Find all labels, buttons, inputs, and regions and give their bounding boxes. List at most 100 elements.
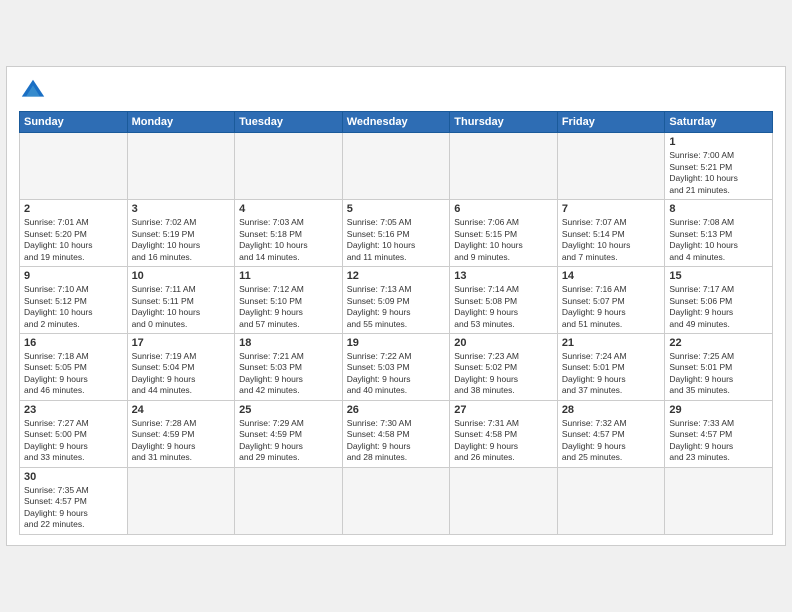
weekday-header-friday: Friday	[557, 112, 665, 133]
calendar-cell: 4 Sunrise: 7:03 AM Sunset: 5:18 PM Daylig…	[235, 200, 343, 267]
day-number: 24	[132, 404, 231, 416]
day-info: Sunrise: 7:10 AM Sunset: 5:12 PM Dayligh…	[24, 284, 123, 330]
calendar-week-5: 30 Sunrise: 7:35 AM Sunset: 4:57 PM Dayli…	[20, 467, 773, 534]
day-number: 12	[347, 270, 446, 282]
day-number: 20	[454, 337, 553, 349]
day-info: Sunrise: 7:23 AM Sunset: 5:02 PM Dayligh…	[454, 351, 553, 397]
day-info: Sunrise: 7:27 AM Sunset: 5:00 PM Dayligh…	[24, 418, 123, 464]
calendar-cell: 27 Sunrise: 7:31 AM Sunset: 4:58 PM Dayli…	[450, 400, 558, 467]
day-number: 22	[669, 337, 768, 349]
calendar-cell: 22Sunrise: 7:25 AM Sunset: 5:01 PM Dayli…	[665, 334, 773, 401]
day-number: 5	[347, 203, 446, 215]
day-number: 18	[239, 337, 338, 349]
calendar-cell: 9 Sunrise: 7:10 AM Sunset: 5:12 PM Daylig…	[20, 267, 128, 334]
calendar-cell: 7Sunrise: 7:07 AM Sunset: 5:14 PM Daylig…	[557, 200, 665, 267]
day-info: Sunrise: 7:16 AM Sunset: 5:07 PM Dayligh…	[562, 284, 661, 330]
weekday-header-monday: Monday	[127, 112, 235, 133]
calendar-week-3: 16 Sunrise: 7:18 AM Sunset: 5:05 PM Dayli…	[20, 334, 773, 401]
day-number: 16	[24, 337, 123, 349]
header	[19, 77, 773, 105]
calendar-cell: 16 Sunrise: 7:18 AM Sunset: 5:05 PM Dayli…	[20, 334, 128, 401]
logo-icon	[19, 77, 47, 105]
day-info: Sunrise: 7:01 AM Sunset: 5:20 PM Dayligh…	[24, 217, 123, 263]
day-number: 11	[239, 270, 338, 282]
weekday-header-row: SundayMondayTuesdayWednesdayThursdayFrid…	[20, 112, 773, 133]
calendar-cell: 11 Sunrise: 7:12 AM Sunset: 5:10 PM Dayli…	[235, 267, 343, 334]
day-number: 13	[454, 270, 553, 282]
day-number: 14	[562, 270, 661, 282]
calendar-cell: 24 Sunrise: 7:28 AM Sunset: 4:59 PM Dayli…	[127, 400, 235, 467]
day-info: Sunrise: 7:03 AM Sunset: 5:18 PM Dayligh…	[239, 217, 338, 263]
calendar-cell	[450, 133, 558, 200]
day-number: 8	[669, 203, 768, 215]
calendar-cell: 12 Sunrise: 7:13 AM Sunset: 5:09 PM Dayli…	[342, 267, 450, 334]
day-info: Sunrise: 7:13 AM Sunset: 5:09 PM Dayligh…	[347, 284, 446, 330]
calendar-cell: 17Sunrise: 7:19 AM Sunset: 5:04 PM Dayli…	[127, 334, 235, 401]
day-info: Sunrise: 7:21 AM Sunset: 5:03 PM Dayligh…	[239, 351, 338, 397]
day-info: Sunrise: 7:28 AM Sunset: 4:59 PM Dayligh…	[132, 418, 231, 464]
day-number: 27	[454, 404, 553, 416]
day-info: Sunrise: 7:33 AM Sunset: 4:57 PM Dayligh…	[669, 418, 768, 464]
day-info: Sunrise: 7:11 AM Sunset: 5:11 PM Dayligh…	[132, 284, 231, 330]
day-info: Sunrise: 7:19 AM Sunset: 5:04 PM Dayligh…	[132, 351, 231, 397]
calendar-cell: 13 Sunrise: 7:14 AM Sunset: 5:08 PM Dayli…	[450, 267, 558, 334]
day-info: Sunrise: 7:32 AM Sunset: 4:57 PM Dayligh…	[562, 418, 661, 464]
day-number: 6	[454, 203, 553, 215]
day-info: Sunrise: 7:31 AM Sunset: 4:58 PM Dayligh…	[454, 418, 553, 464]
day-number: 21	[562, 337, 661, 349]
day-number: 29	[669, 404, 768, 416]
day-info: Sunrise: 7:30 AM Sunset: 4:58 PM Dayligh…	[347, 418, 446, 464]
day-info: Sunrise: 7:02 AM Sunset: 5:19 PM Dayligh…	[132, 217, 231, 263]
calendar-week-0: 1 Sunrise: 7:00 AM Sunset: 5:21 PM Daylig…	[20, 133, 773, 200]
calendar-cell	[127, 133, 235, 200]
day-number: 4	[239, 203, 338, 215]
calendar-cell: 28 Sunrise: 7:32 AM Sunset: 4:57 PM Dayli…	[557, 400, 665, 467]
calendar-cell: 19 Sunrise: 7:22 AM Sunset: 5:03 PM Dayli…	[342, 334, 450, 401]
calendar-cell: 20 Sunrise: 7:23 AM Sunset: 5:02 PM Dayli…	[450, 334, 558, 401]
day-info: Sunrise: 7:18 AM Sunset: 5:05 PM Dayligh…	[24, 351, 123, 397]
day-number: 28	[562, 404, 661, 416]
calendar-cell: 8 Sunrise: 7:08 AM Sunset: 5:13 PM Daylig…	[665, 200, 773, 267]
day-info: Sunrise: 7:22 AM Sunset: 5:03 PM Dayligh…	[347, 351, 446, 397]
day-info: Sunrise: 7:14 AM Sunset: 5:08 PM Dayligh…	[454, 284, 553, 330]
day-info: Sunrise: 7:35 AM Sunset: 4:57 PM Dayligh…	[24, 485, 123, 531]
calendar-cell: 23 Sunrise: 7:27 AM Sunset: 5:00 PM Dayli…	[20, 400, 128, 467]
calendar-cell: 10 Sunrise: 7:11 AM Sunset: 5:11 PM Dayli…	[127, 267, 235, 334]
day-info: Sunrise: 7:12 AM Sunset: 5:10 PM Dayligh…	[239, 284, 338, 330]
weekday-header-sunday: Sunday	[20, 112, 128, 133]
day-number: 9	[24, 270, 123, 282]
calendar-cell	[342, 133, 450, 200]
day-number: 10	[132, 270, 231, 282]
calendar-cell: 1 Sunrise: 7:00 AM Sunset: 5:21 PM Daylig…	[665, 133, 773, 200]
day-info: Sunrise: 7:08 AM Sunset: 5:13 PM Dayligh…	[669, 217, 768, 263]
day-number: 30	[24, 471, 123, 483]
day-number: 19	[347, 337, 446, 349]
calendar-cell	[557, 133, 665, 200]
logo	[19, 77, 51, 105]
calendar-cell: 25Sunrise: 7:29 AM Sunset: 4:59 PM Dayli…	[235, 400, 343, 467]
day-info: Sunrise: 7:24 AM Sunset: 5:01 PM Dayligh…	[562, 351, 661, 397]
calendar-week-2: 9 Sunrise: 7:10 AM Sunset: 5:12 PM Daylig…	[20, 267, 773, 334]
calendar-cell	[235, 133, 343, 200]
calendar-cell	[342, 467, 450, 534]
calendar-cell	[450, 467, 558, 534]
day-info: Sunrise: 7:29 AM Sunset: 4:59 PM Dayligh…	[239, 418, 338, 464]
weekday-header-tuesday: Tuesday	[235, 112, 343, 133]
calendar-container: SundayMondayTuesdayWednesdayThursdayFrid…	[6, 66, 786, 545]
calendar-cell: 29 Sunrise: 7:33 AM Sunset: 4:57 PM Dayli…	[665, 400, 773, 467]
day-info: Sunrise: 7:06 AM Sunset: 5:15 PM Dayligh…	[454, 217, 553, 263]
calendar-cell: 15Sunrise: 7:17 AM Sunset: 5:06 PM Dayli…	[665, 267, 773, 334]
calendar-cell: 2 Sunrise: 7:01 AM Sunset: 5:20 PM Daylig…	[20, 200, 128, 267]
day-number: 2	[24, 203, 123, 215]
day-info: Sunrise: 7:07 AM Sunset: 5:14 PM Dayligh…	[562, 217, 661, 263]
calendar-cell: 30 Sunrise: 7:35 AM Sunset: 4:57 PM Dayli…	[20, 467, 128, 534]
day-number: 23	[24, 404, 123, 416]
calendar-cell: 18 Sunrise: 7:21 AM Sunset: 5:03 PM Dayli…	[235, 334, 343, 401]
day-number: 26	[347, 404, 446, 416]
day-number: 1	[669, 136, 768, 148]
calendar-cell	[665, 467, 773, 534]
calendar-week-1: 2 Sunrise: 7:01 AM Sunset: 5:20 PM Daylig…	[20, 200, 773, 267]
calendar-week-4: 23 Sunrise: 7:27 AM Sunset: 5:00 PM Dayli…	[20, 400, 773, 467]
weekday-header-wednesday: Wednesday	[342, 112, 450, 133]
day-info: Sunrise: 7:00 AM Sunset: 5:21 PM Dayligh…	[669, 150, 768, 196]
